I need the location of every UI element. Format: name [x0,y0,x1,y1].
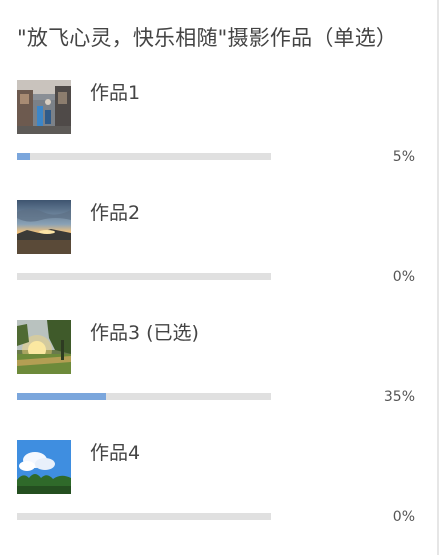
option-item-3[interactable]: 作品3 (已选) 35% [0,320,437,440]
vote-percent: 35% [383,389,415,405]
photo-sunlight-trees-thumbnail[interactable] [17,320,71,374]
option-item-4[interactable]: 作品4 0% [0,440,437,555]
vote-progress-fill [17,393,106,400]
vote-progress-fill [17,153,30,160]
option-item-2[interactable]: 作品2 0% [0,200,437,320]
vote-progress-bar [17,273,271,280]
vote-percent: 5% [392,149,415,165]
option-label: 作品3 (已选) [90,322,199,344]
photo-sky-trees-thumbnail[interactable] [17,440,71,494]
survey-title: "放飞心灵，快乐相随"摄影作品（单选） [17,26,398,50]
option-item-1[interactable]: 作品1 5% [0,80,437,200]
vote-progress-bar [17,393,271,400]
vote-percent: 0% [392,509,415,525]
photo-sunset-thumbnail[interactable] [17,200,71,254]
option-label: 作品2 [90,202,141,224]
option-label: 作品1 [90,82,141,104]
option-label: 作品4 [90,442,141,464]
vote-progress-bar [17,513,271,520]
photo-street-thumbnail[interactable] [17,80,71,134]
vote-progress-bar [17,153,271,160]
survey-result-page: "放飞心灵，快乐相随"摄影作品（单选） 作品1 5% 作品2 0% 作品3 (已… [0,0,439,555]
vote-percent: 0% [392,269,415,285]
